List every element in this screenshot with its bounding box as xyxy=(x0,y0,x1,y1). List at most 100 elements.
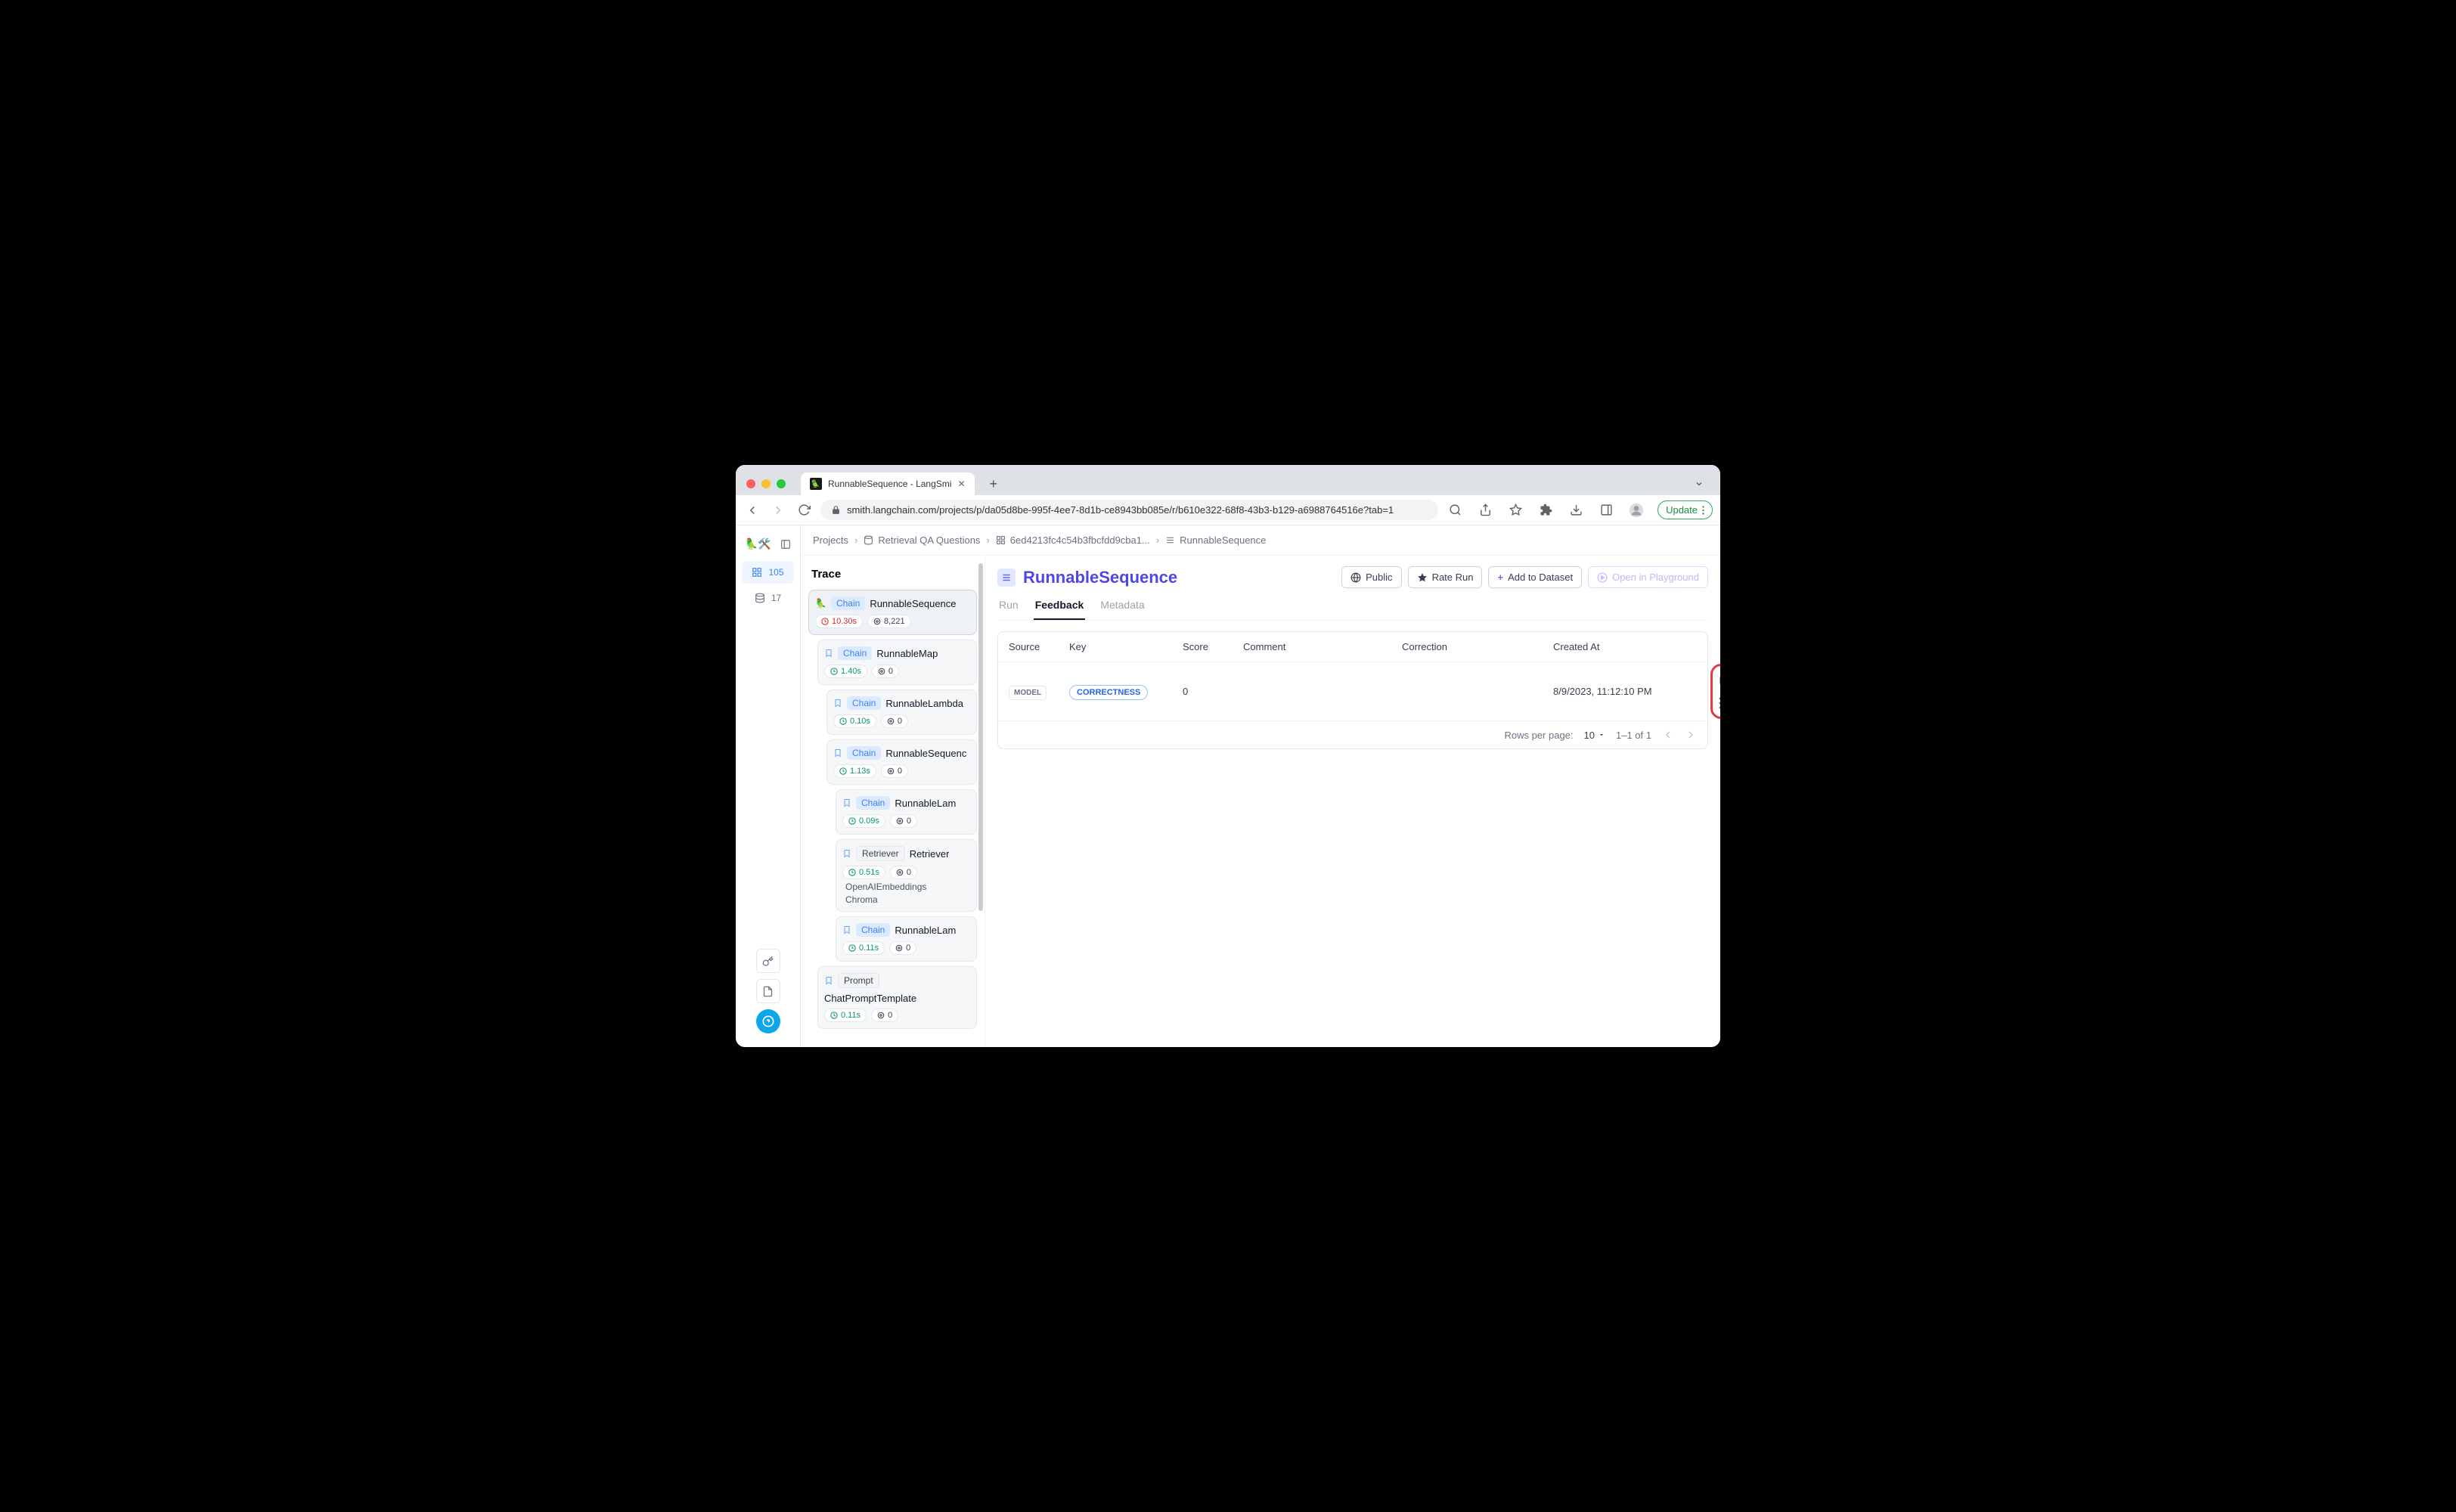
breadcrumb-projects[interactable]: Projects xyxy=(813,534,848,546)
count-pill: 0 xyxy=(881,714,908,728)
scrollbar-thumb[interactable] xyxy=(978,563,983,911)
tree-node[interactable]: Chain RunnableSequenc 1.13s 0 xyxy=(826,739,977,785)
share-icon[interactable] xyxy=(1476,503,1494,516)
detail-header: RunnableSequence Public Rate Run xyxy=(997,566,1708,588)
prev-page-button[interactable] xyxy=(1662,729,1674,741)
downloads-icon[interactable] xyxy=(1567,503,1585,516)
kind-tag: Chain xyxy=(847,696,881,710)
rail-datasets-count: 17 xyxy=(771,593,781,603)
chevron-right-icon: › xyxy=(986,534,989,546)
rail-datasets[interactable]: 17 xyxy=(742,587,794,609)
rows-per-page-select[interactable]: 10 xyxy=(1584,730,1605,741)
forward-button[interactable] xyxy=(769,503,787,517)
breadcrumb-run[interactable]: 6ed4213fc4c54b3fbcfdd9cba1... xyxy=(996,534,1150,546)
kind-tag: Retriever xyxy=(856,846,905,861)
main-column: Projects › Retrieval QA Questions › 6ed4… xyxy=(801,525,1720,1047)
tree-node-root[interactable]: 🦜 Chain RunnableSequence 10.30s 8,221 xyxy=(808,590,977,635)
tab-feedback[interactable]: Feedback xyxy=(1034,594,1086,620)
parrot-icon: 🦜 xyxy=(815,598,826,609)
count-pill: 0 xyxy=(889,941,916,955)
kind-tag: Chain xyxy=(856,796,890,810)
node-name: RunnableSequence xyxy=(870,598,956,609)
node-name: RunnableLambda xyxy=(885,698,963,709)
count-pill: 0 xyxy=(890,866,917,879)
trace-panel: Trace 🦜 Chain RunnableSequence 10.30s 8,… xyxy=(801,556,985,1047)
sidepanel-icon[interactable] xyxy=(1597,503,1615,516)
detail-tabs: Run Feedback Metadata xyxy=(997,594,1708,621)
col-comment: Comment xyxy=(1243,641,1402,652)
rows-per-page-label: Rows per page: xyxy=(1504,730,1573,741)
star-icon[interactable] xyxy=(1506,503,1524,516)
col-created: Created At xyxy=(1553,641,1674,652)
rate-run-button[interactable]: Rate Run xyxy=(1408,566,1483,588)
count-pill: 0 xyxy=(871,1009,898,1022)
time-pill: 1.40s xyxy=(824,665,867,678)
tree-node[interactable]: Chain RunnableLam 0.11s 0 xyxy=(836,916,977,962)
tree-node[interactable]: Chain RunnableLambda 0.10s 0 xyxy=(826,689,977,735)
created-cell: 8/9/2023, 11:12:10 PM xyxy=(1553,686,1674,697)
app-body: 🦜🛠️ 105 17 xyxy=(736,525,1720,1047)
more-icon[interactable] xyxy=(1719,697,1720,709)
playground-button: Open in Playground xyxy=(1588,566,1708,588)
browser-window: RunnableSequence - LangSmi ✕ + smith.lan… xyxy=(736,465,1720,1047)
tabs-overflow-icon[interactable] xyxy=(1688,476,1710,491)
help-button[interactable] xyxy=(756,1009,780,1033)
col-score: Score xyxy=(1183,641,1243,652)
page-range: 1–1 of 1 xyxy=(1616,730,1651,741)
chevron-right-icon: › xyxy=(1156,534,1159,546)
chevron-right-icon: › xyxy=(854,534,857,546)
kind-tag: Prompt xyxy=(838,973,879,988)
back-button[interactable] xyxy=(743,503,761,517)
time-pill: 0.09s xyxy=(842,814,885,828)
update-button[interactable]: Update xyxy=(1657,500,1713,519)
count-pill: 0 xyxy=(881,764,908,778)
sequence-icon xyxy=(997,569,1016,587)
rail-projects[interactable]: 105 xyxy=(742,561,794,584)
content-row: Trace 🦜 Chain RunnableSequence 10.30s 8,… xyxy=(801,556,1720,1047)
collapse-sidebar-icon[interactable] xyxy=(780,539,791,550)
minimize-window-button[interactable] xyxy=(761,479,771,488)
node-name: RunnableSequenc xyxy=(885,748,966,759)
address-bar[interactable]: smith.langchain.com/projects/p/da05d8be-… xyxy=(820,500,1438,520)
node-name: RunnableLam xyxy=(895,925,956,936)
docs-button[interactable] xyxy=(756,979,780,1003)
profile-icon[interactable] xyxy=(1627,503,1645,518)
search-icon[interactable] xyxy=(1446,503,1464,516)
node-name: Retriever xyxy=(910,848,950,860)
favicon-icon xyxy=(810,478,822,490)
table-row[interactable]: MODEL CORRECTNESS 0 8/9/2023, 11:12:10 P… xyxy=(998,662,1707,720)
tree-node[interactable]: Chain RunnableLam 0.09s 0 xyxy=(836,789,977,835)
score-cell: 0 xyxy=(1183,686,1243,697)
logo-icon: 🦜🛠️ xyxy=(745,538,771,550)
extensions-icon[interactable] xyxy=(1537,503,1555,516)
api-key-button[interactable] xyxy=(756,949,780,973)
close-tab-icon[interactable]: ✕ xyxy=(957,479,965,489)
browser-tab[interactable]: RunnableSequence - LangSmi ✕ xyxy=(801,472,975,495)
tab-title: RunnableSequence - LangSmi xyxy=(828,479,951,489)
left-rail: 🦜🛠️ 105 17 xyxy=(736,525,801,1047)
tree-node-prompt[interactable]: Prompt ChatPromptTemplate 0.11s 0 xyxy=(817,966,977,1029)
public-button[interactable]: Public xyxy=(1341,566,1401,588)
plus-icon: + xyxy=(1497,572,1503,583)
browser-toolbar: smith.langchain.com/projects/p/da05d8be-… xyxy=(736,495,1720,525)
next-page-button[interactable] xyxy=(1685,729,1697,741)
rail-header: 🦜🛠️ xyxy=(736,533,800,559)
highlight-annotation xyxy=(1710,664,1720,719)
kind-tag: Chain xyxy=(838,646,872,660)
add-to-dataset-button[interactable]: + Add to Dataset xyxy=(1488,566,1582,588)
tree-node-retriever[interactable]: Retriever Retriever 0.51s 0 OpenAIEmbedd… xyxy=(836,839,977,912)
node-name: ChatPromptTemplate xyxy=(824,993,916,1004)
kind-tag: Chain xyxy=(847,746,881,760)
tab-metadata[interactable]: Metadata xyxy=(1099,594,1146,620)
close-window-button[interactable] xyxy=(746,479,755,488)
open-external-icon[interactable] xyxy=(1719,674,1720,686)
maximize-window-button[interactable] xyxy=(777,479,786,488)
new-tab-button[interactable]: + xyxy=(990,476,998,492)
breadcrumb-dataset[interactable]: Retrieval QA Questions xyxy=(864,534,980,546)
reload-button[interactable] xyxy=(795,503,813,516)
node-name: RunnableLam xyxy=(895,798,956,809)
tokens-pill: 8,221 xyxy=(867,615,911,628)
tree-node[interactable]: Chain RunnableMap 1.40s 0 xyxy=(817,640,977,685)
key-badge: CORRECTNESS xyxy=(1069,685,1148,700)
tab-run[interactable]: Run xyxy=(997,594,1020,620)
